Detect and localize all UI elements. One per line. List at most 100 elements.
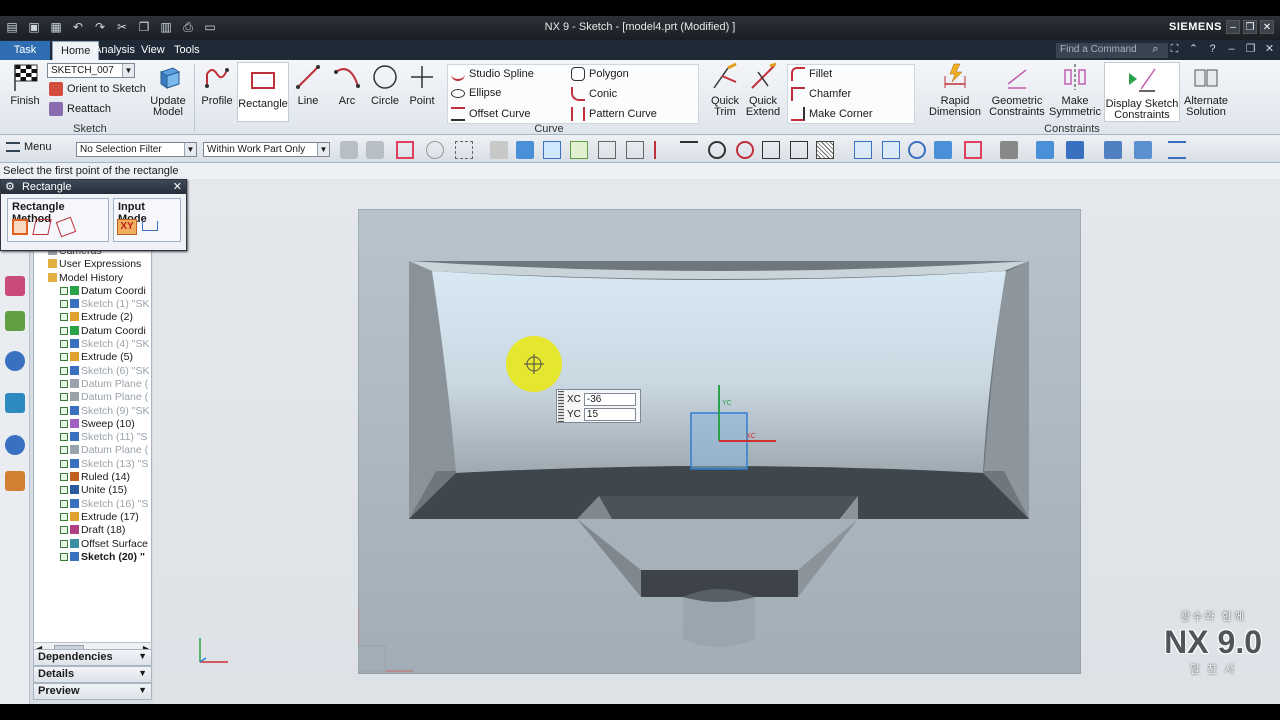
select-faces-icon[interactable] — [543, 141, 561, 159]
visibility-checkbox[interactable] — [60, 340, 68, 349]
mid-point-snap-icon[interactable] — [626, 141, 644, 159]
visibility-checkbox[interactable] — [60, 300, 68, 309]
end-point-snap-icon[interactable] — [598, 141, 616, 159]
navigator-row[interactable]: Datum Coordi — [34, 325, 151, 338]
history-icon[interactable] — [5, 393, 25, 413]
update-model-button[interactable]: Update Model — [148, 62, 188, 118]
rectangle-dialog-header[interactable]: ⚙ Rectangle ✕ — [1, 180, 186, 194]
arc-center-snap-icon[interactable] — [708, 141, 726, 159]
quadrant-snap-icon[interactable] — [736, 141, 754, 159]
visibility-checkbox[interactable] — [60, 433, 68, 442]
select-features-icon[interactable] — [490, 141, 508, 159]
help-icon[interactable]: ? — [1206, 43, 1219, 56]
orient-view-icon[interactable] — [1036, 141, 1054, 159]
visibility-checkbox[interactable] — [60, 526, 68, 535]
navigator-row[interactable]: Sketch (6) "SK — [34, 365, 151, 378]
navigator-row[interactable]: Unite (15) — [34, 484, 151, 497]
measure-icon[interactable] — [1168, 141, 1186, 159]
select-edges-icon[interactable] — [570, 141, 588, 159]
navigator-row[interactable]: Sweep (10) — [34, 418, 151, 431]
fit-selected-icon[interactable] — [964, 141, 982, 159]
conic-button[interactable]: Conic — [571, 87, 617, 101]
profile-button[interactable]: Profile — [198, 62, 236, 107]
rotate-icon[interactable] — [908, 141, 926, 159]
rectangle-select-icon[interactable] — [455, 141, 473, 159]
sketch-name-select[interactable]: SKETCH_007 ▼ — [47, 63, 135, 78]
visibility-checkbox[interactable] — [60, 353, 68, 362]
navigator-row[interactable]: Offset Surface — [34, 538, 151, 551]
visibility-checkbox[interactable] — [60, 486, 68, 495]
navigator-row[interactable]: User Expressions — [34, 258, 151, 271]
collapse-ribbon-icon[interactable]: ⌃ — [1187, 43, 1200, 56]
rectangle-button[interactable]: Rectangle — [237, 62, 289, 122]
navigator-row[interactable]: Datum Plane ( — [34, 444, 151, 457]
visibility-checkbox[interactable] — [60, 366, 68, 375]
search-icon[interactable]: ⌕ — [1149, 43, 1162, 56]
make-corner-button[interactable]: Make Corner — [791, 107, 873, 121]
clock-icon[interactable] — [5, 435, 25, 455]
general-selection-icon[interactable] — [340, 141, 358, 159]
by-2-points-icon[interactable] — [12, 219, 28, 235]
visibility-checkbox[interactable] — [60, 499, 68, 508]
navigator-row[interactable]: Datum Coordi — [34, 285, 151, 298]
navigator-row[interactable]: Sketch (4) "SK — [34, 338, 151, 351]
menu-button[interactable]: Menu — [6, 141, 52, 153]
navigator-row[interactable]: Datum Plane ( — [34, 378, 151, 391]
reattach-button[interactable]: Reattach — [49, 102, 111, 116]
drag-handle[interactable] — [558, 391, 564, 422]
work-layer-icon[interactable] — [1104, 141, 1122, 159]
line-button[interactable]: Line — [292, 62, 324, 107]
select-bodies-icon[interactable] — [516, 141, 534, 159]
snap-point-icon[interactable] — [396, 141, 414, 159]
xy-mode-button[interactable]: XY — [117, 219, 137, 235]
zoom-icon[interactable] — [882, 141, 900, 159]
xc-input[interactable]: -36 — [583, 393, 636, 406]
finish-button[interactable]: Finish — [6, 62, 44, 107]
fillet-button[interactable]: Fillet — [791, 67, 832, 81]
render-style-icon[interactable] — [1000, 141, 1018, 159]
visibility-checkbox[interactable] — [60, 393, 68, 402]
ellipse-button[interactable]: Ellipse — [451, 87, 501, 99]
navigator-row[interactable]: Ruled (14) — [34, 471, 151, 484]
visibility-checkbox[interactable] — [60, 406, 68, 415]
part-navigator-icon[interactable] — [5, 311, 25, 331]
details-panel-header[interactable]: Details ▼ — [33, 666, 152, 683]
navigator-row[interactable]: Sketch (13) "S — [34, 458, 151, 471]
selection-scope-select[interactable]: Within Work Part Only ▼ — [203, 142, 330, 157]
visibility-checkbox[interactable] — [60, 446, 68, 455]
minimize-doc-button[interactable]: – — [1225, 43, 1238, 56]
close-doc-button[interactable]: ✕ — [1263, 43, 1276, 56]
visibility-checkbox[interactable] — [60, 539, 68, 548]
gear-icon[interactable]: ⚙ — [5, 181, 15, 193]
view-triad-icon[interactable] — [1134, 141, 1152, 159]
chamfer-button[interactable]: Chamfer — [791, 87, 851, 101]
existing-point-snap-icon[interactable] — [762, 141, 780, 159]
quick-trim-button[interactable]: Quick Trim — [706, 62, 744, 118]
close-button[interactable]: ✕ — [1260, 20, 1274, 34]
visibility-checkbox[interactable] — [60, 286, 68, 295]
alternate-solution-button[interactable]: Alternate Solution — [1182, 62, 1230, 118]
tab-task[interactable]: Task — [0, 41, 50, 60]
navigator-row[interactable]: Sketch (11) "S — [34, 431, 151, 444]
selection-intent-icon[interactable] — [366, 141, 384, 159]
intersection-snap-icon[interactable] — [680, 141, 698, 159]
parameter-mode-icon[interactable] — [142, 221, 158, 231]
navigator-row[interactable]: Extrude (5) — [34, 351, 151, 364]
circle-button[interactable]: Circle — [368, 62, 402, 107]
navigator-row[interactable]: Datum Plane ( — [34, 391, 151, 404]
point-button[interactable]: Point — [406, 62, 438, 107]
navigator-row[interactable]: Sketch (9) "SK — [34, 405, 151, 418]
by-3-points-icon[interactable] — [32, 219, 52, 235]
display-sketch-constraints-button[interactable]: Display Sketch Constraints — [1104, 62, 1180, 122]
roles-icon[interactable] — [5, 351, 25, 371]
dependencies-panel-header[interactable]: Dependencies ▼ — [33, 649, 152, 666]
system-materials-icon[interactable] — [5, 471, 25, 491]
visibility-checkbox[interactable] — [60, 419, 68, 428]
navigator-row[interactable]: Model History — [34, 272, 151, 285]
rapid-dimension-button[interactable]: Rapid Dimension — [924, 62, 986, 118]
make-symmetric-button[interactable]: Make Symmetric — [1048, 62, 1102, 118]
visibility-checkbox[interactable] — [60, 473, 68, 482]
visibility-checkbox[interactable] — [60, 459, 68, 468]
assembly-navigator-icon[interactable] — [5, 276, 25, 296]
fullscreen-icon[interactable]: ⛶ — [1168, 43, 1181, 56]
